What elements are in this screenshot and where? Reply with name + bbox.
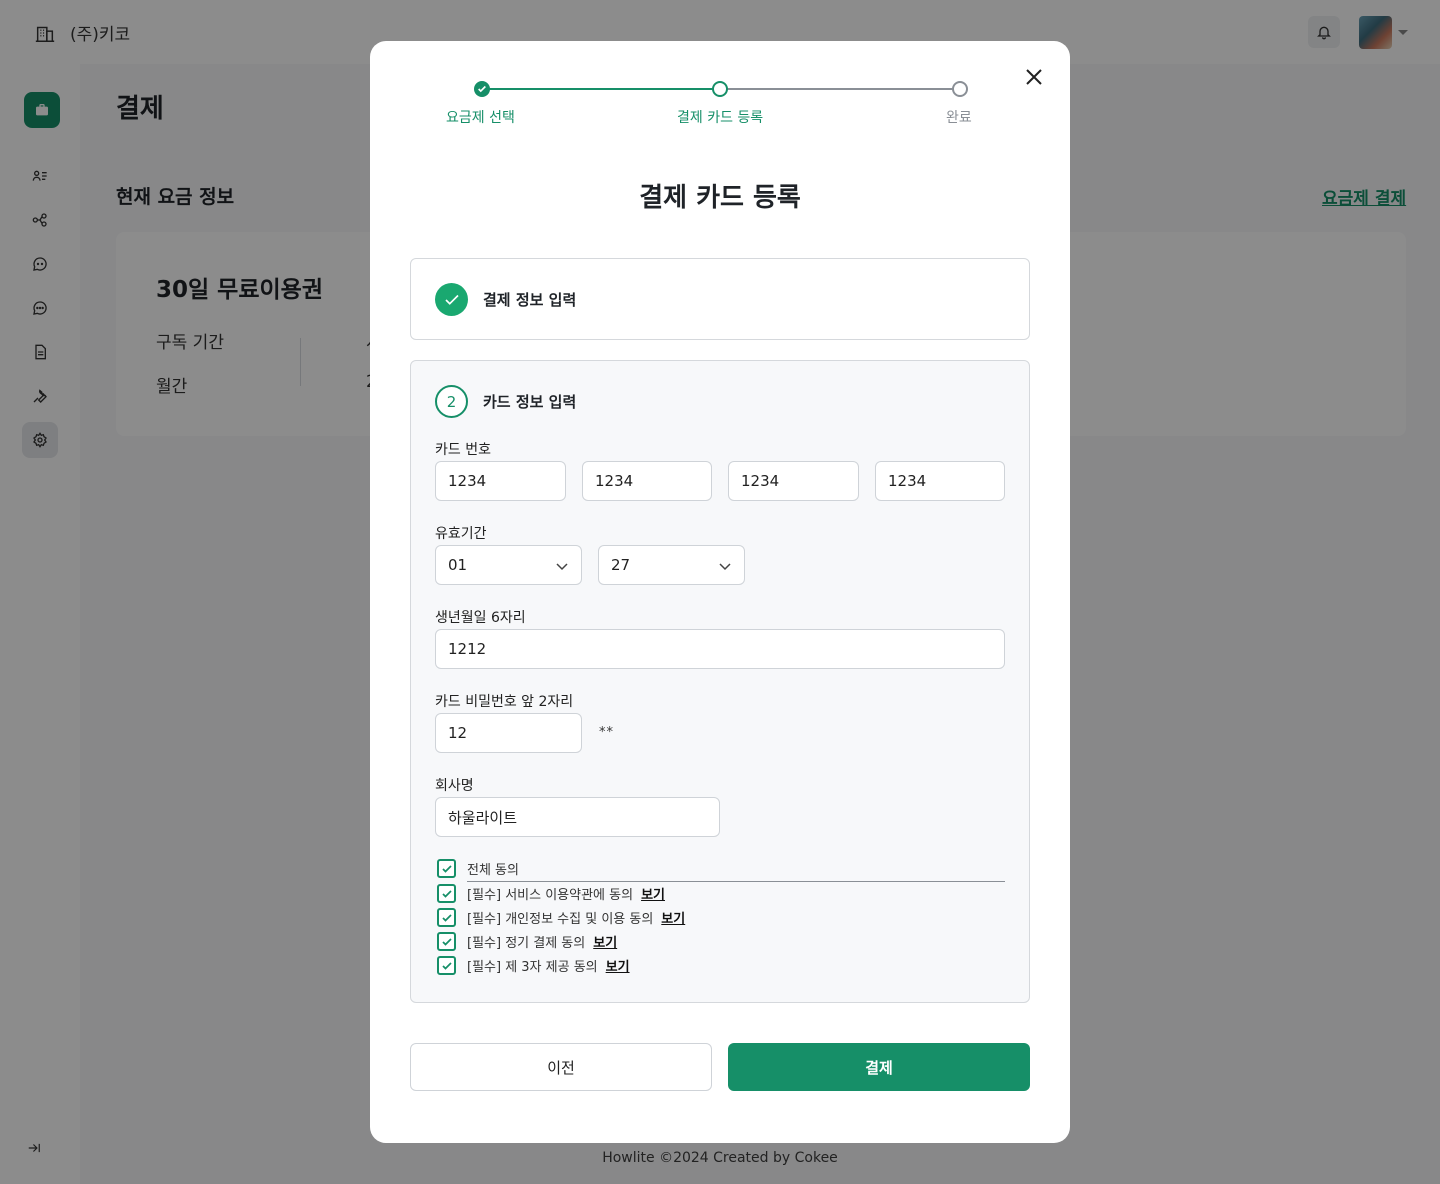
card-info-section: 2 카드 정보 입력 카드 번호 1234 1234 1234 1234 유효기… [410, 360, 1030, 1003]
agreement-checkbox[interactable] [437, 932, 456, 951]
birth-label: 생년월일 6자리 [435, 610, 526, 626]
birth-date-input[interactable]: 1212 [435, 629, 1005, 669]
step-label-2: 결제 카드 등록 [677, 110, 764, 126]
chevron-down-icon [719, 563, 731, 571]
card-password-input[interactable]: 12 [435, 713, 582, 753]
view-billing-link[interactable]: 보기 [593, 932, 617, 951]
payment-info-section[interactable]: 결제 정보 입력 [410, 258, 1030, 340]
agreement-text: [필수] 제 3자 제공 동의 [467, 960, 598, 975]
agreement-checkbox[interactable] [437, 884, 456, 903]
agreement-row[interactable]: [필수] 개인정보 수집 및 이용 동의 보기 [437, 908, 685, 927]
chevron-down-icon [556, 563, 568, 571]
close-icon [1026, 69, 1042, 85]
agreement-text: [필수] 개인정보 수집 및 이용 동의 [467, 912, 654, 927]
agreement-text: [필수] 정기 결제 동의 [467, 936, 586, 951]
check-icon [441, 937, 452, 946]
step-dot-3 [952, 81, 968, 97]
agreement-row[interactable]: [필수] 제 3자 제공 동의 보기 [437, 956, 630, 975]
agreement-checkbox[interactable] [437, 908, 456, 927]
agreement-row[interactable]: [필수] 정기 결제 동의 보기 [437, 932, 617, 951]
pay-button[interactable]: 결제 [728, 1043, 1030, 1091]
card-number-label: 카드 번호 [435, 442, 491, 458]
expiry-label: 유효기간 [435, 526, 487, 542]
card-number-input-1[interactable]: 1234 [435, 461, 566, 501]
view-terms-link[interactable]: 보기 [641, 884, 665, 903]
company-label: 회사명 [435, 778, 474, 794]
footer: Howlite ©2024 Created by Cokee [602, 1150, 838, 1166]
step-dot-2 [712, 81, 728, 97]
payment-card-modal: 요금제 선택 결제 카드 등록 완료 결제 카드 등록 결제 정보 입력 2 카… [370, 41, 1070, 1143]
expiry-year-select[interactable]: 27 [598, 545, 745, 585]
card-number-input-3[interactable]: 1234 [728, 461, 859, 501]
check-icon [478, 85, 486, 93]
agree-all-row[interactable]: 전체 동의 [437, 859, 519, 878]
close-button[interactable] [1022, 65, 1046, 89]
agreement-checkbox[interactable] [437, 956, 456, 975]
agree-all-checkbox[interactable] [437, 859, 456, 878]
step-number-badge: 2 [435, 385, 468, 418]
check-icon [441, 913, 452, 922]
view-privacy-link[interactable]: 보기 [661, 908, 685, 927]
agreement-divider [467, 881, 1005, 882]
completed-check-icon [435, 283, 468, 316]
card-number-input-2[interactable]: 1234 [582, 461, 712, 501]
check-icon [441, 961, 452, 970]
card-number-input-4[interactable]: 1234 [875, 461, 1005, 501]
check-icon [441, 889, 452, 898]
check-icon [441, 864, 452, 873]
modal-title: 결제 카드 등록 [639, 183, 801, 213]
expiry-month-select[interactable]: 01 [435, 545, 582, 585]
step-dot-1 [474, 81, 490, 97]
step-label-3: 완료 [946, 110, 972, 126]
card-info-title: 카드 정보 입력 [483, 393, 577, 411]
agreement-row[interactable]: [필수] 서비스 이용약관에 동의 보기 [437, 884, 665, 903]
agree-all-label: 전체 동의 [467, 863, 519, 878]
agreement-text: [필수] 서비스 이용약관에 동의 [467, 888, 634, 903]
company-name-input[interactable]: 하울라이트 [435, 797, 720, 837]
card-password-label: 카드 비밀번호 앞 2자리 [435, 694, 574, 710]
previous-button[interactable]: 이전 [410, 1043, 712, 1091]
payment-info-title: 결제 정보 입력 [483, 291, 577, 309]
password-mask: ** [599, 725, 614, 740]
expiry-year-value: 27 [611, 556, 631, 574]
stepper-remaining-line [720, 88, 960, 90]
stepper-progress-line [482, 88, 720, 90]
view-third-party-link[interactable]: 보기 [606, 956, 630, 975]
expiry-month-value: 01 [448, 556, 468, 574]
step-label-1: 요금제 선택 [446, 110, 515, 126]
